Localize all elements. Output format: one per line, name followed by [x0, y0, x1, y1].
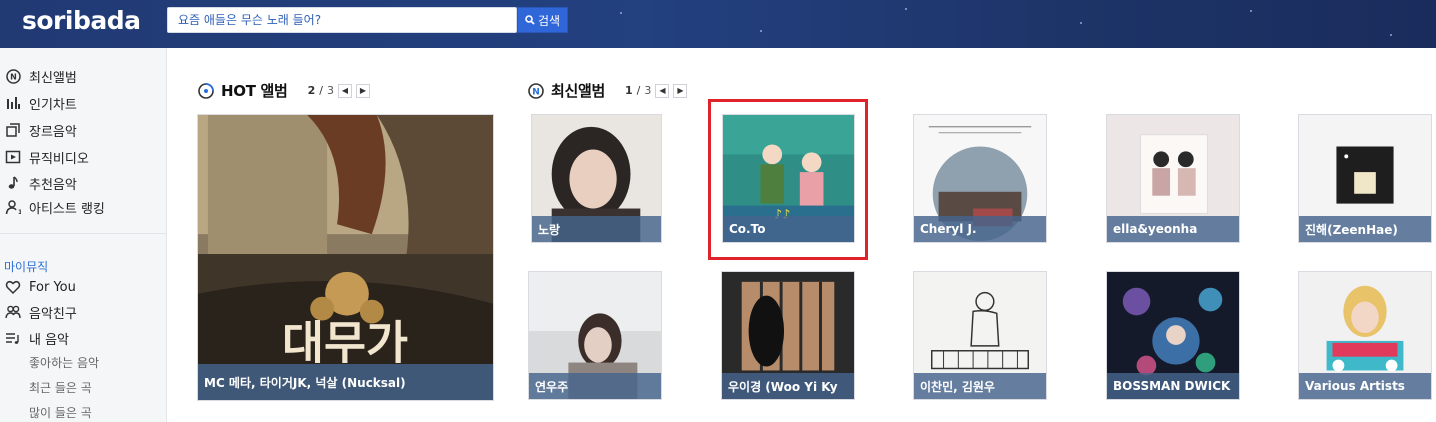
album-card[interactable]: 진해(ZeenHae)	[1298, 114, 1432, 243]
header-star	[1390, 34, 1392, 36]
svg-text:N: N	[10, 72, 17, 81]
next-page-button[interactable]: ▶	[673, 83, 688, 98]
album-artist-caption: 우이경 (Woo Yi Ky	[722, 373, 854, 399]
new-album-icon: N	[528, 82, 544, 99]
sidebar-item-label: 음악친구	[29, 306, 77, 322]
sidebar-sub-liked[interactable]: 좋아하는 음악	[29, 354, 99, 371]
selection-highlight	[708, 99, 868, 260]
search-button-label: 검색	[537, 13, 561, 28]
playlist-icon	[4, 329, 22, 347]
sidebar-item-label: For You	[29, 279, 76, 295]
header-star	[1080, 22, 1082, 24]
genre-stack-icon	[4, 121, 22, 139]
pager-total: 3	[644, 84, 652, 97]
search-input[interactable]	[168, 8, 516, 32]
sidebar-item-label: 뮤직비디오	[29, 151, 89, 167]
album-card[interactable]: ella&yeonha	[1106, 114, 1240, 243]
sidebar-item-chart[interactable]: 인기차트	[4, 92, 77, 114]
soribada-logo[interactable]: soribada	[22, 6, 141, 35]
album-card[interactable]: 우이경 (Woo Yi Ky	[721, 271, 855, 400]
sidebar-item-label: 내 음악	[29, 332, 70, 348]
search-icon	[525, 15, 535, 25]
album-artist-caption: Various Artists	[1299, 373, 1431, 399]
sidebar: N 최신앨범 인기차트 장르음악 뮤직비디오 추천음악 1 아티스트 랭킹 마이…	[0, 48, 167, 422]
album-artist-caption: ella&yeonha	[1107, 216, 1239, 242]
new-album-icon: N	[4, 67, 22, 85]
header-star	[905, 8, 907, 10]
album-artist-caption: 연우주	[529, 373, 661, 399]
sidebar-item-label: 장르음악	[29, 124, 77, 140]
pager-total: 3	[326, 84, 334, 97]
album-artist-caption: BOSSMAN DWICK	[1107, 373, 1239, 399]
prev-page-button[interactable]: ◀	[655, 83, 670, 98]
svg-text:1: 1	[18, 209, 21, 215]
cover-title-text: 대무가	[282, 316, 408, 369]
header-star	[760, 30, 762, 32]
new-album-title: 최신앨범	[551, 82, 606, 100]
svg-text:N: N	[532, 87, 540, 97]
sidebar-item-new-albums[interactable]: N 최신앨범	[4, 65, 77, 87]
sidebar-item-label: 인기차트	[29, 97, 77, 113]
pager-separator: /	[636, 84, 641, 97]
sidebar-item-label: 아티스트 랭킹	[29, 201, 105, 217]
hot-album-pager: 2 / 3 ◀ ▶	[307, 83, 370, 98]
album-card[interactable]: 연우주	[528, 271, 662, 400]
album-card[interactable]: 노랑	[531, 114, 662, 243]
next-page-button[interactable]: ▶	[355, 83, 370, 98]
sidebar-item-label: 최신앨범	[29, 70, 77, 86]
sidebar-divider	[0, 233, 166, 234]
my-music-title[interactable]: 마이뮤직	[4, 258, 48, 275]
artist-rank-icon: 1	[4, 198, 22, 216]
play-video-icon	[4, 148, 22, 166]
hot-album-title: HOT 앨범	[221, 82, 288, 100]
album-card[interactable]: Cheryl J.	[913, 114, 1047, 243]
music-note-icon	[4, 174, 22, 192]
album-artist-caption: Cheryl J.	[914, 216, 1046, 242]
sidebar-item-my-music[interactable]: 내 음악	[4, 327, 69, 349]
sidebar-item-for-you[interactable]: For You	[4, 276, 76, 298]
search-box[interactable]	[167, 7, 517, 33]
pager-separator: /	[319, 84, 323, 97]
album-artist-caption: 진해(ZeenHae)	[1299, 216, 1431, 242]
header-star	[1250, 10, 1252, 12]
album-card[interactable]: BOSSMAN DWICK	[1106, 271, 1240, 400]
album-artist-caption: MC 메타, 타이거JK, 넉살 (Nucksal)	[198, 364, 493, 400]
new-album-header: N 최신앨범 1 / 3 ◀ ▶	[527, 80, 688, 101]
heart-icon	[4, 278, 22, 296]
sidebar-item-genre[interactable]: 장르음악	[4, 119, 77, 141]
album-artist-caption: 노랑	[532, 216, 661, 242]
new-album-pager: 1 / 3 ◀ ▶	[625, 83, 688, 98]
friends-icon	[4, 303, 22, 321]
prev-page-button[interactable]: ◀	[337, 83, 352, 98]
pager-current: 2	[307, 84, 316, 97]
search-button[interactable]: 검색	[517, 7, 568, 33]
chart-bars-icon	[4, 94, 22, 112]
sidebar-sub-recent[interactable]: 최근 들은 곡	[29, 379, 92, 396]
new-album-icon	[198, 82, 214, 99]
album-artist-caption: 이찬민, 김원우	[914, 373, 1046, 399]
sidebar-item-recommend[interactable]: 추천음악	[4, 172, 77, 194]
header-star	[620, 12, 622, 14]
pager-current: 1	[625, 84, 633, 97]
album-card[interactable]: Various Artists	[1298, 271, 1432, 400]
hot-album-card[interactable]: 대무가 MC 메타, 타이거JK, 넉살 (Nucksal)	[197, 114, 494, 401]
sidebar-item-label: 추천음악	[29, 177, 77, 193]
album-card[interactable]: 이찬민, 김원우	[913, 271, 1047, 400]
album-cover: 대무가	[198, 115, 493, 400]
sidebar-item-music-video[interactable]: 뮤직비디오	[4, 146, 89, 168]
sidebar-sub-most-played[interactable]: 많이 들은 곡	[29, 404, 92, 421]
sidebar-item-artist-ranking[interactable]: 1 아티스트 랭킹	[4, 196, 105, 218]
sidebar-item-music-friends[interactable]: 음악친구	[4, 301, 77, 323]
top-header: soribada 검색	[0, 0, 1436, 48]
hot-album-header: HOT 앨범 2 / 3 ◀ ▶	[197, 80, 370, 101]
